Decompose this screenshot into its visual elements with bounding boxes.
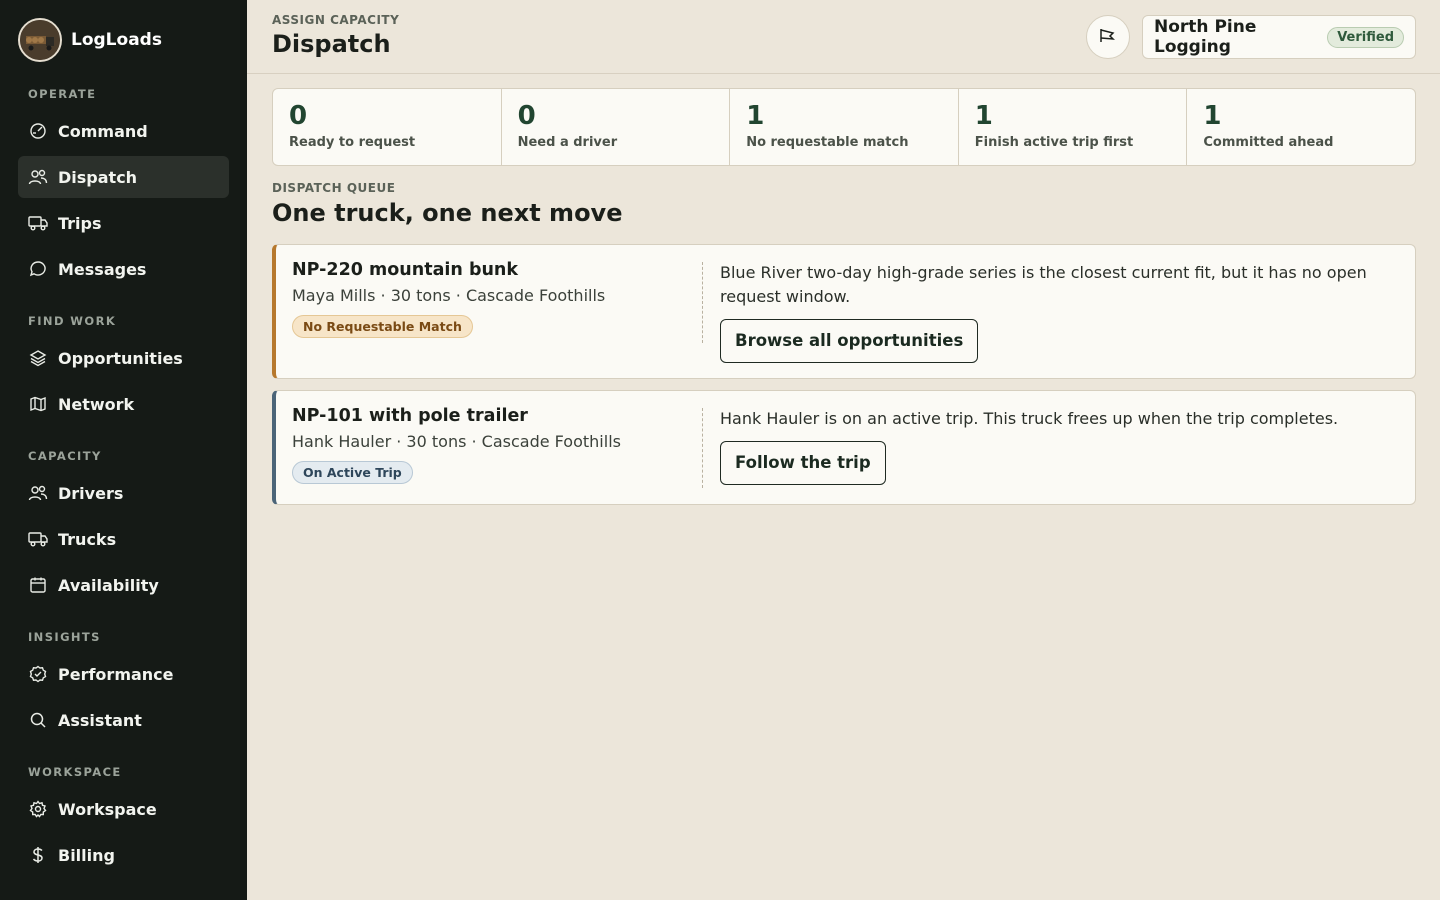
nav-section-workspace: WORKSPACE	[28, 765, 122, 779]
stat-no-requestable-match[interactable]: 1 No requestable match	[730, 89, 959, 165]
truck-icon	[28, 529, 48, 549]
sidebar-item-workspace[interactable]: Workspace	[18, 788, 229, 830]
card-next-move: Blue River two-day high-grade series is …	[702, 245, 1415, 378]
sidebar-item-label: Command	[58, 121, 148, 141]
sidebar-item-dispatch[interactable]: Dispatch	[18, 156, 229, 198]
browse-opportunities-button[interactable]: Browse all opportunities	[720, 319, 979, 363]
stat-finish-active-trip-first[interactable]: 1 Finish active trip first	[959, 89, 1188, 165]
sidebar-item-trips[interactable]: Trips	[18, 202, 229, 244]
stat-label: No requestable match	[746, 135, 909, 150]
stats-strip: 0 Ready to request 0 Need a driver 1 No …	[272, 88, 1416, 166]
gauge-icon	[28, 121, 48, 141]
sidebar-item-opportunities[interactable]: Opportunities	[18, 337, 229, 379]
people-icon	[28, 167, 48, 187]
stat-need-a-driver[interactable]: 0 Need a driver	[502, 89, 731, 165]
queue-eyebrow: DISPATCH QUEUE	[272, 181, 396, 195]
status-badge: On Active Trip	[292, 461, 413, 484]
sidebar-item-trucks[interactable]: Trucks	[18, 518, 229, 560]
badge-check-icon	[28, 664, 48, 684]
sidebar-item-label: Assistant	[58, 710, 142, 730]
queue-card-np-220: NP-220 mountain bunk Maya Mills · 30 ton…	[272, 244, 1416, 379]
stat-label: Finish active trip first	[974, 135, 1134, 150]
sidebar-item-label: Drivers	[58, 483, 124, 503]
nav-section-find-work: FIND WORK	[28, 314, 117, 328]
app-root: LogLoads OPERATE Command Dispatch Trips	[0, 0, 1440, 900]
sidebar-item-billing[interactable]: Billing	[18, 834, 229, 876]
truck-meta: Hank Hauler · 30 tons · Cascade Foothill…	[292, 432, 621, 451]
card-summary: NP-101 with pole trailer Hank Hauler · 3…	[276, 391, 702, 504]
card-divider	[702, 408, 703, 488]
next-move-note: Blue River two-day high-grade series is …	[720, 263, 1367, 306]
card-divider	[702, 262, 703, 343]
sidebar-item-label: Dispatch	[58, 167, 138, 187]
nav-section-capacity: CAPACITY	[28, 449, 102, 463]
search-icon	[28, 710, 48, 730]
status-badge: No Requestable Match	[292, 315, 473, 338]
card-summary: NP-220 mountain bunk Maya Mills · 30 ton…	[276, 245, 702, 378]
card-next-move: Hank Hauler is on an active trip. This t…	[702, 391, 1415, 504]
announcements-button[interactable]	[1086, 15, 1130, 59]
sidebar-item-command[interactable]: Command	[18, 110, 229, 152]
follow-trip-button[interactable]: Follow the trip	[720, 441, 886, 485]
truck-icon	[28, 213, 48, 233]
gear-icon	[28, 799, 48, 819]
calendar-icon	[28, 575, 48, 595]
sidebar-item-label: Network	[58, 394, 135, 414]
page-header: ASSIGN CAPACITY Dispatch North Pine Logg…	[247, 0, 1440, 74]
truck-meta: Maya Mills · 30 tons · Cascade Foothills	[292, 286, 606, 305]
map-icon	[28, 394, 48, 414]
sidebar-item-messages[interactable]: Messages	[18, 248, 229, 290]
sidebar: LogLoads OPERATE Command Dispatch Trips	[0, 0, 247, 900]
sidebar-item-label: Workspace	[58, 799, 157, 819]
truck-name: NP-220 mountain bunk	[292, 260, 519, 280]
sidebar-item-label: Trips	[58, 213, 102, 233]
stat-value: 1	[974, 101, 993, 131]
stat-value: 1	[746, 101, 765, 131]
nav-section-insights: INSIGHTS	[28, 630, 101, 644]
brand[interactable]: LogLoads	[18, 16, 229, 64]
sidebar-item-label: Billing	[58, 845, 115, 865]
queue-card-np-101: NP-101 with pole trailer Hank Hauler · 3…	[272, 390, 1416, 505]
dispatch-content: 0 Ready to request 0 Need a driver 1 No …	[247, 74, 1440, 505]
stat-label: Ready to request	[289, 135, 416, 150]
nav-section-operate: OPERATE	[28, 87, 97, 101]
sidebar-item-label: Availability	[58, 575, 159, 595]
people-icon	[28, 483, 48, 503]
organization-name: North Pine Logging	[1154, 17, 1257, 57]
truck-name: NP-101 with pole trailer	[292, 406, 528, 426]
sidebar-item-availability[interactable]: Availability	[18, 564, 229, 606]
queue-title: One truck, one next move	[272, 199, 623, 227]
main-content: ASSIGN CAPACITY Dispatch North Pine Logg…	[247, 0, 1440, 900]
stat-label: Need a driver	[517, 135, 618, 150]
sidebar-item-performance[interactable]: Performance	[18, 653, 229, 695]
sidebar-item-network[interactable]: Network	[18, 383, 229, 425]
verified-badge: Verified	[1327, 26, 1404, 48]
sidebar-item-label: Performance	[58, 664, 174, 684]
megaphone-icon	[1098, 26, 1118, 48]
organization-switcher[interactable]: North Pine Logging Verified	[1142, 15, 1416, 59]
next-move-note: Hank Hauler is on an active trip. This t…	[720, 409, 1339, 428]
sidebar-item-assistant[interactable]: Assistant	[18, 699, 229, 741]
sidebar-item-label: Trucks	[58, 529, 117, 549]
stat-ready-to-request[interactable]: 0 Ready to request	[273, 89, 502, 165]
layers-icon	[28, 348, 48, 368]
dollar-icon	[28, 845, 48, 865]
chat-bubble-icon	[28, 259, 48, 279]
sidebar-item-label: Messages	[58, 259, 147, 279]
stat-label: Committed ahead	[1203, 135, 1334, 150]
stat-committed-ahead[interactable]: 1 Committed ahead	[1187, 89, 1415, 165]
log-truck-logo	[18, 18, 62, 62]
stat-value: 1	[1203, 101, 1222, 131]
brand-name: LogLoads	[71, 30, 162, 50]
stat-value: 0	[289, 101, 308, 131]
sidebar-item-drivers[interactable]: Drivers	[18, 472, 229, 514]
stat-value: 0	[517, 101, 536, 131]
sidebar-item-label: Opportunities	[58, 348, 183, 368]
